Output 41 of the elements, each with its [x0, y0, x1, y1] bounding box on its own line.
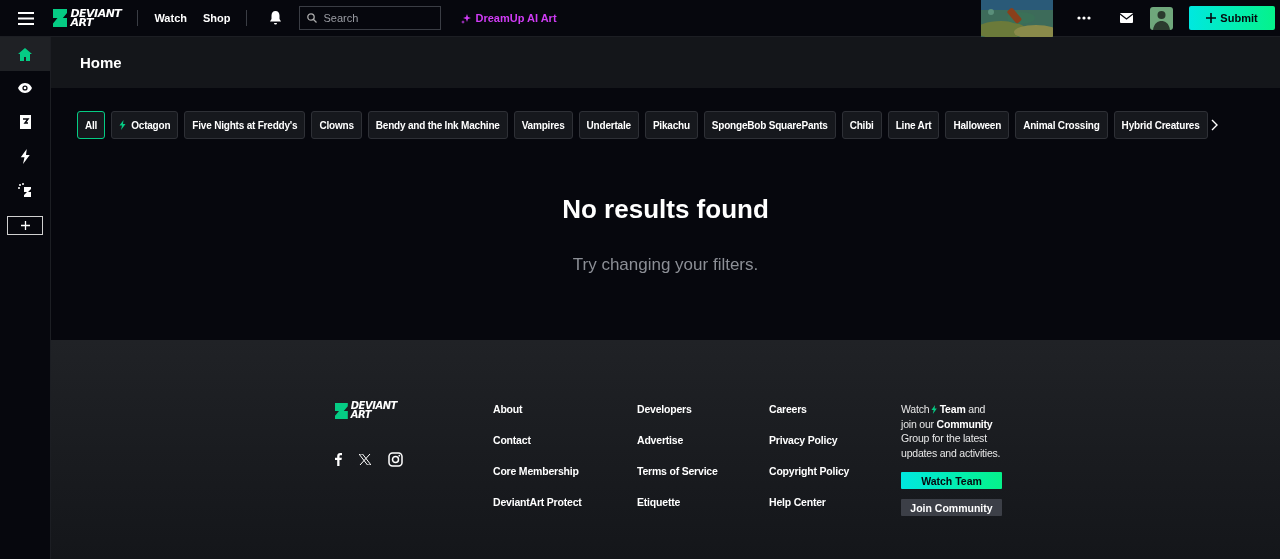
footer-link[interactable]: Help Center — [769, 495, 901, 509]
footer-link[interactable]: Careers — [769, 402, 901, 416]
nav-link[interactable]: Shop — [202, 12, 231, 24]
footer-link[interactable]: About — [493, 402, 637, 416]
page-title: Home — [80, 54, 122, 71]
footer-link[interactable]: DeviantArt Protect — [493, 495, 637, 509]
watch-button[interactable]: Watch Team — [901, 472, 1002, 489]
filter-tag[interactable]: Octagon — [111, 111, 179, 139]
footer-link[interactable]: Contact — [493, 433, 637, 447]
filter-tag[interactable]: All — [77, 111, 106, 139]
submit-button[interactable]: Submit — [1189, 6, 1275, 30]
filter-tag[interactable]: Clowns — [311, 111, 362, 139]
footer-link[interactable]: Copyright Policy — [769, 464, 901, 478]
filter-tag[interactable]: Five Nights at Freddy's — [184, 111, 306, 139]
empty-title: No results found — [562, 194, 769, 225]
footer-logo-wordmark[interactable]: DEVIANT ART — [350, 402, 397, 419]
community-blurb: join our Community Group for the latest updates and activities. — [901, 416, 1002, 460]
footer-link[interactable]: Terms of Service — [637, 464, 769, 478]
filter-tag[interactable]: Halloween — [945, 111, 1010, 139]
empty-subtitle: Try changing your filters. — [572, 255, 759, 275]
footer-link[interactable]: Core Membership — [493, 464, 637, 478]
footer-link[interactable]: Privacy Policy — [769, 433, 901, 447]
join-button[interactable]: Join Community — [901, 499, 1002, 516]
team-text: Team and — [939, 402, 986, 417]
filter-tag[interactable]: Line Art — [887, 111, 940, 139]
nav-link[interactable]: Watch — [154, 12, 187, 24]
filter-tag[interactable]: Bendy and the Ink Machine — [367, 111, 508, 139]
filter-tag[interactable]: Hybrid Creatures — [1113, 111, 1208, 139]
filter-tag[interactable]: Undertale — [578, 111, 639, 139]
filter-tag[interactable]: Vampires — [513, 111, 573, 139]
filter-tag[interactable]: Animal Crossing — [1015, 111, 1108, 139]
filter-tag[interactable]: Pikachu — [644, 111, 698, 139]
filter-tag[interactable]: SpongeBob SquarePants — [703, 111, 836, 139]
logo-wordmark[interactable]: DEVIANT ART — [70, 8, 122, 28]
dreamup-link[interactable]: DreamUp AI Art — [461, 12, 557, 24]
footer-link[interactable]: Developers — [637, 402, 769, 416]
watch-text: Watch — [901, 402, 930, 417]
footer-link[interactable]: Advertise — [637, 433, 769, 447]
search-field[interactable]: Search — [299, 6, 442, 30]
filter-tag[interactable]: Chibi — [841, 111, 882, 139]
footer-link[interactable]: Etiquette — [637, 495, 769, 509]
